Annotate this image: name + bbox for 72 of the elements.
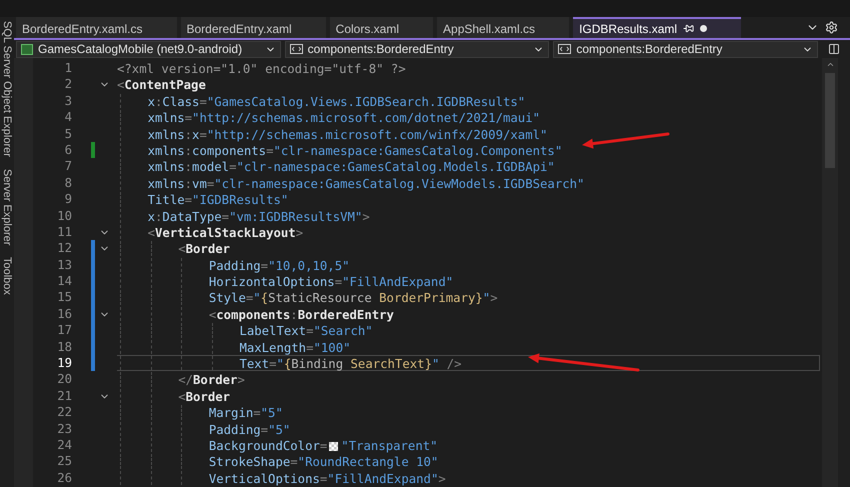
code-line: x:Class="GamesCatalog.Views.IGDBSearch.IGDBResults" — [117, 92, 820, 110]
line-number: 24 — [56, 436, 72, 454]
code-line: xmlns:components="clr-namespace:GamesCatalog.Components" — [117, 142, 820, 158]
line-number: 8 — [64, 174, 72, 192]
code-line: <components:BorderedEntry — [117, 306, 820, 322]
code-line: xmlns:vm="clr-namespace:GamesCatalog.ViewModels.IGDBSearch" — [117, 174, 820, 192]
code-line: BackgroundColor= "Transparent" — [117, 436, 820, 454]
navigation-dropdown[interactable]: components:BorderedEntry — [284, 40, 550, 58]
file-tab[interactable]: AppShell.xaml.cs — [437, 17, 570, 38]
line-number: 17 — [56, 322, 72, 339]
code-line: HorizontalOptions="FillAndExpand" — [117, 273, 820, 290]
line-number: 25 — [56, 453, 72, 470]
line-number: 9 — [64, 191, 72, 208]
code-line: xmlns="http://schemas.microsoft.com/dotnet/2021/maui" — [117, 109, 820, 126]
line-number: 7 — [64, 158, 72, 175]
file-tab[interactable]: BorderedEntry.xaml — [180, 17, 326, 38]
code-line: <Border — [117, 240, 820, 257]
line-number: 11 — [56, 224, 72, 240]
file-tab[interactable]: BorderedEntry.xaml.cs — [16, 17, 176, 38]
code-line: <?xml version="1.0" encoding="utf-8" ?> — [117, 61, 407, 76]
line-number: 15 — [56, 289, 72, 306]
line-number: 22 — [56, 404, 72, 421]
scroll-up-icon[interactable] — [826, 60, 834, 69]
code-line: StrokeShape="RoundRectangle 10" — [117, 453, 820, 470]
line-number: 14 — [56, 273, 72, 290]
line-number: 2 — [64, 76, 72, 93]
tool-window-tab[interactable]: SQL Server Object Explorer — [1, 21, 13, 157]
code-line: Padding="5" — [117, 420, 820, 437]
tool-window-tab[interactable]: Toolbox — [1, 257, 13, 296]
element-icon — [290, 44, 303, 54]
code-line: <Border — [117, 388, 820, 404]
line-number: 6 — [64, 142, 72, 158]
pin-icon[interactable] — [683, 23, 694, 34]
file-tab[interactable]: IGDBResults.xaml — [573, 17, 742, 38]
line-number: 4 — [64, 109, 72, 126]
code-line: Style="{StaticResource BorderPrimary}"> — [117, 289, 820, 306]
code-line: xmlns:x="http://schemas.microsoft.com/winfx/2009/xaml" — [117, 126, 820, 142]
line-number: 3 — [64, 92, 72, 110]
line-number: 23 — [56, 420, 72, 437]
code-line: MaxLength="100" — [117, 338, 820, 356]
code-line: Padding="10,0,10,5" — [117, 256, 820, 274]
scrollbar[interactable] — [822, 58, 838, 487]
line-number: 21 — [56, 388, 72, 404]
code-line: Title="IGDBResults" — [117, 191, 820, 208]
line-number: 16 — [56, 306, 72, 322]
code-line: VerticalOptions="FillAndExpand"> — [117, 470, 820, 486]
code-line: x:DataType="vm:IGDBResultsVM"> — [117, 208, 820, 224]
settings-icon[interactable] — [825, 21, 838, 34]
code-line: Text="{Binding SearchText}" /> — [117, 355, 820, 372]
project-icon — [21, 44, 33, 54]
code-line: Margin="5" — [117, 404, 820, 421]
split-icon[interactable] — [828, 43, 840, 55]
code-line: xmlns:model="clr-namespace:GamesCatalog.Models.IGDBApi" — [117, 158, 820, 175]
navigation-dropdown[interactable]: components:BorderedEntry — [553, 40, 818, 58]
line-number: 20 — [56, 371, 72, 388]
line-number: 19 — [56, 355, 72, 372]
code-line: <VerticalStackLayout> — [117, 224, 820, 240]
tool-window-tab[interactable]: Server Explorer — [1, 168, 13, 246]
line-number: 12 — [56, 240, 72, 257]
code-line: <ContentPage — [117, 77, 207, 93]
scroll-thumb[interactable] — [825, 73, 835, 168]
code-line: </Border> — [117, 371, 820, 388]
element-icon — [558, 44, 572, 54]
navigation-dropdown[interactable]: GamesCatalogMobile (net9.0-android) — [16, 40, 281, 58]
line-number: 1 — [64, 60, 72, 76]
code-line: LabelText="Search" — [117, 322, 820, 339]
line-number: 10 — [56, 208, 72, 224]
line-number: 26 — [56, 470, 72, 486]
file-tab[interactable]: Colors.xaml — [330, 17, 434, 38]
line-number: 5 — [64, 126, 72, 142]
line-number: 18 — [56, 338, 72, 356]
line-number: 13 — [56, 256, 72, 274]
